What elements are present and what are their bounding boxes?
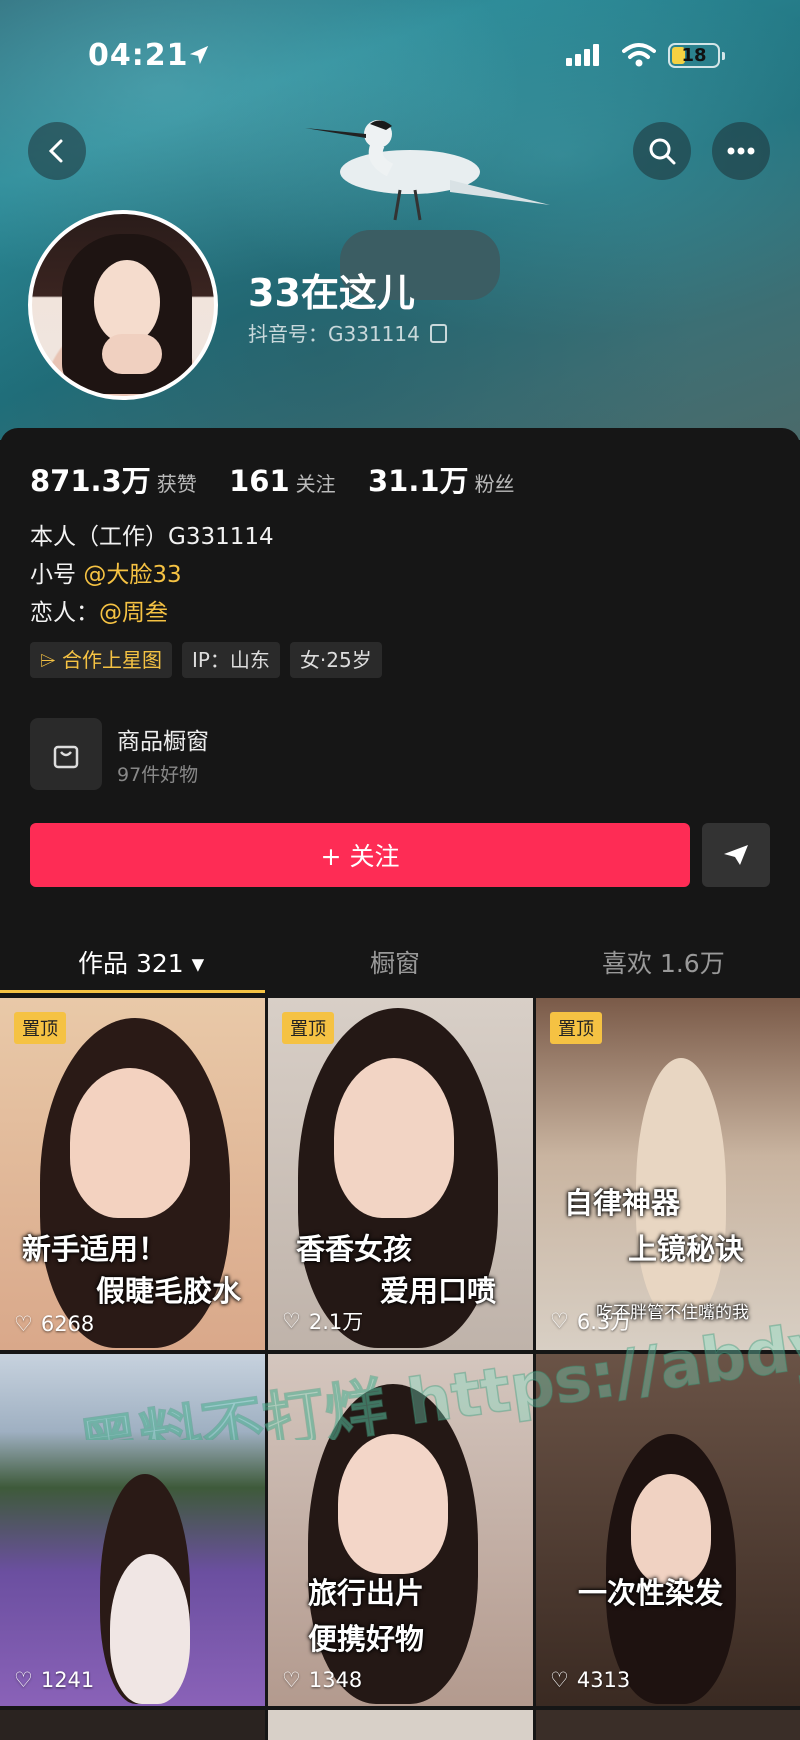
tag-gender-age: 女·25岁 [289,642,382,678]
profile-panel: 871.3万 获赞 161 关注 31.1万 粉丝 本人（工作）G331114 小号 … [0,428,800,1740]
video-caption: 香香女孩 [296,1232,413,1266]
pinned-badge: 置顶 [550,1012,602,1044]
tab-shop-window[interactable]: 橱窗 [370,944,420,980]
video-card[interactable]: 置顶 香香女孩 爱用口喷 ♡ 2.1万 [268,998,533,1350]
video-card[interactable]: 置顶 自律神器 上镜秘诀 吃不胖管不住嘴的我 ♡ 6.3万 [536,998,800,1350]
heart-icon: ♡ [14,1668,33,1692]
tag-ip-location: IP：山东 [181,642,280,678]
video-card[interactable]: 一次性染发 ♡ 4313 [536,1354,800,1706]
stat-followers[interactable]: 31.1万 粉丝 [368,464,515,498]
tab-works[interactable]: 作品 321 ▾ [78,944,204,980]
video-likes: ♡ 6268 [14,1312,95,1336]
copy-icon[interactable] [430,324,448,343]
active-tab-indicator [0,990,265,993]
shop-subtitle: 97件好物 [117,764,199,786]
follow-button[interactable]: + 关注 [30,823,690,887]
star-map-icon: ⌲ [40,648,62,672]
share-button[interactable] [702,823,770,887]
douyin-id[interactable]: 抖音号：G331114 [248,318,448,347]
stat-likes[interactable]: 871.3万 获赞 [30,464,197,498]
stat-following[interactable]: 161 关注 [229,464,336,498]
battery-level: 18 [681,45,707,66]
partner-link[interactable]: @周叁 [99,600,168,626]
profile-tags: ⌲ 合作上星图 IP：山东 女·25岁 [30,642,382,678]
send-icon [724,845,748,865]
video-card[interactable]: 置顶 新手适用！ 假睫毛胶水 ♡ 6268 [0,998,265,1350]
video-caption: 新手适用！ [22,1232,168,1266]
status-time: 04:21 [88,38,189,73]
bio-line-1: 本人（工作）G331114 [30,524,274,550]
pinned-badge: 置顶 [14,1012,66,1044]
profile-header: 04:21 18 33在这儿 抖音号：G331114 [0,0,800,440]
signal-icon [566,44,602,66]
status-bar: 04:21 18 [0,38,800,82]
heart-icon: ♡ [550,1309,569,1333]
video-caption: 上镜秘诀 [628,1232,745,1266]
tag-star-cooperation[interactable]: ⌲ 合作上星图 [30,642,172,678]
chevron-left-icon [48,139,63,163]
pinned-badge: 置顶 [282,1012,334,1044]
search-icon [649,138,676,165]
heart-icon: ♡ [282,1309,301,1333]
bio-line-2: 小号 @大脸33 [30,562,182,588]
video-likes: ♡ 1348 [282,1668,363,1692]
video-card[interactable] [536,1710,800,1740]
video-caption: 一次性染发 [578,1576,724,1610]
video-caption: 便携好物 [308,1622,425,1656]
shop-title: 商品橱窗 [117,729,209,755]
video-card[interactable]: ♡ 1241 [0,1354,265,1706]
video-caption: 假睫毛胶水 [96,1274,242,1308]
tab-liked[interactable]: 喜欢 1.6万 [602,944,725,980]
video-likes: ♡ 2.1万 [282,1309,364,1334]
video-caption: 旅行出片 [308,1576,425,1610]
shopping-bag-icon [30,718,102,790]
heart-icon: ♡ [282,1668,301,1692]
wifi-icon [622,43,656,67]
video-card[interactable] [0,1710,265,1740]
video-card[interactable]: 旅行出片 便携好物 ♡ 1348 [268,1354,533,1706]
profile-nickname: 33在这儿 [248,271,415,315]
video-caption: 爱用口喷 [380,1274,497,1308]
bio-line-3: 恋人：@周叁 [30,600,168,626]
alt-account-link[interactable]: @大脸33 [83,562,181,588]
location-arrow-icon [189,45,209,65]
video-likes: ♡ 4313 [550,1668,631,1692]
profile-tabs: 作品 321 ▾ 橱窗 喜欢 1.6万 [0,928,800,996]
video-likes: ♡ 1241 [14,1668,95,1692]
profile-stats: 871.3万 获赞 161 关注 31.1万 粉丝 [30,458,541,500]
heart-icon: ♡ [550,1668,569,1692]
heart-icon: ♡ [14,1312,33,1336]
more-icon [727,147,755,155]
video-likes: ♡ 6.3万 [550,1309,632,1334]
video-caption: 自律神器 [564,1186,681,1220]
douyin-id-text: 抖音号：G331114 [248,322,420,346]
profile-bio: 本人（工作）G331114 小号 @大脸33 恋人：@周叁 [30,518,274,632]
video-card[interactable] [268,1710,533,1740]
avatar[interactable] [28,210,218,400]
more-button[interactable] [712,122,770,180]
battery-icon: 18 [668,43,725,68]
back-button[interactable] [28,122,86,180]
shop-window-entry[interactable]: 商品橱窗 97件好物 [30,712,770,792]
search-button[interactable] [633,122,691,180]
